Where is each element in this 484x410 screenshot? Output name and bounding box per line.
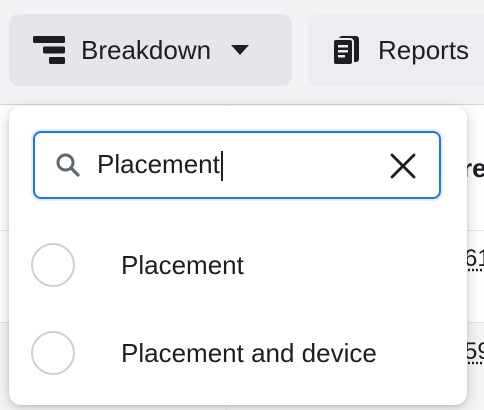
table-cell-partial[interactable]: 59 — [464, 338, 484, 366]
table-cell-partial[interactable]: 61 — [464, 245, 484, 273]
search-field[interactable]: Placement — [33, 131, 441, 199]
chevron-down-icon — [231, 45, 250, 55]
breakdown-icon — [33, 34, 65, 66]
option-placement-and-device[interactable]: Placement and device — [9, 313, 467, 393]
breakdown-button-label: Breakdown — [81, 34, 212, 65]
breakdown-dropdown: Placement Placement Placement and device — [9, 106, 467, 405]
search-input-value: Placement — [97, 148, 220, 179]
search-icon — [55, 152, 81, 178]
close-icon[interactable] — [389, 152, 417, 180]
reports-icon — [330, 34, 362, 66]
radio-button[interactable] — [31, 331, 75, 375]
radio-button[interactable] — [31, 243, 75, 287]
option-placement[interactable]: Placement — [9, 225, 467, 305]
text-cursor — [220, 151, 223, 182]
breakdown-button[interactable]: Breakdown — [9, 14, 292, 86]
option-label: Placement and device — [121, 337, 377, 368]
search-input[interactable]: Placement — [97, 148, 377, 182]
reports-button[interactable]: Reports — [308, 14, 484, 86]
reports-button-label: Reports — [378, 34, 470, 65]
option-label: Placement — [121, 249, 244, 280]
